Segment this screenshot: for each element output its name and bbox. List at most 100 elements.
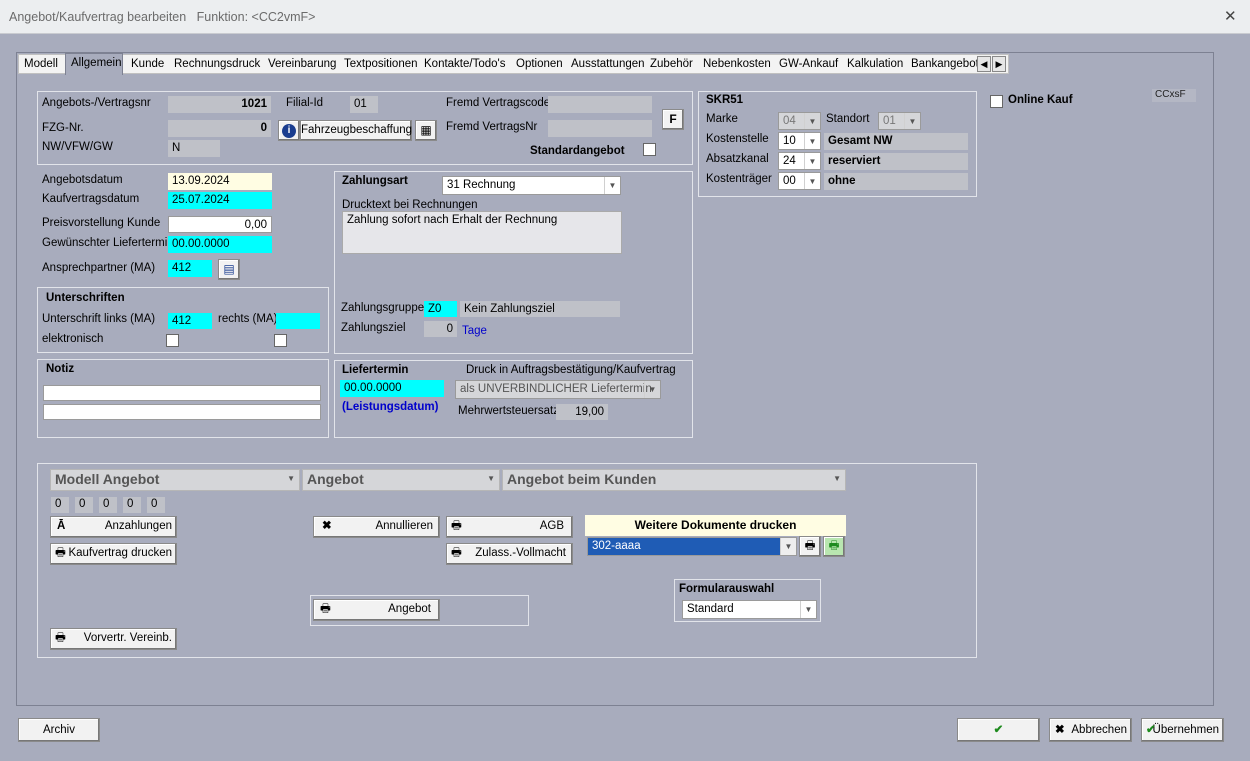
- online-kauf-checkbox[interactable]: [990, 95, 1003, 108]
- standard-checkbox[interactable]: [643, 143, 656, 156]
- weitere-select[interactable]: 302-aaaa ▼: [587, 537, 797, 556]
- ansprech-field[interactable]: 412: [168, 260, 212, 277]
- weitere-preview-button[interactable]: 🖶: [823, 536, 845, 557]
- printer-icon: 🖶: [451, 547, 462, 559]
- formular-select[interactable]: Standard ▼: [682, 600, 817, 619]
- absatz-value: 24: [783, 155, 796, 167]
- tab-allgemein[interactable]: Allgemein: [65, 53, 123, 75]
- tab-scroll-right-icon[interactable]: ▶: [992, 56, 1006, 72]
- nw-field[interactable]: N: [168, 140, 220, 157]
- tab-rechnungsdruck[interactable]: Rechnungsdruck: [174, 58, 260, 70]
- drucktext-area[interactable]: Zahlung sofort nach Erhalt der Rechnung: [342, 211, 622, 254]
- chevron-down-icon[interactable]: ▼: [800, 601, 816, 618]
- druck-liefer-value: als UNVERBINDLICHER Liefertermin: [460, 383, 652, 395]
- counter-4: 0: [123, 497, 141, 513]
- zahlungsart-select[interactable]: 31 Rechnung ▼: [442, 176, 621, 195]
- green-printer-icon: 🖶: [828, 540, 840, 552]
- chevron-down-icon[interactable]: ▼: [804, 173, 820, 189]
- absatz-label: Absatzkanal: [706, 153, 769, 165]
- angebot-print-button[interactable]: 🖶 Angebot: [313, 599, 440, 621]
- elektronisch-links-checkbox[interactable]: [166, 334, 179, 347]
- absatz-select[interactable]: 24 ▼: [778, 152, 821, 170]
- tab-scroll-left-icon[interactable]: ◀: [977, 56, 991, 72]
- tab-kunde[interactable]: Kunde: [131, 58, 164, 70]
- notiz-line-2[interactable]: [43, 404, 321, 420]
- angebot-kunde-select[interactable]: Angebot beim Kunden ▼: [502, 469, 846, 491]
- chevron-down-icon: ▼: [487, 474, 495, 483]
- modell-angebot-select[interactable]: Modell Angebot ▼: [50, 469, 300, 491]
- tab-textpositionen[interactable]: Textpositionen: [344, 58, 418, 70]
- weitere-print-button[interactable]: 🖶: [799, 536, 821, 557]
- tab-gw-ankauf[interactable]: GW-Ankauf: [779, 58, 838, 70]
- kaufvertrag-button[interactable]: 🖶 Kaufvertrag drucken: [50, 543, 177, 565]
- standort-select[interactable]: 01 ▼: [878, 112, 921, 130]
- kaufvertragsdatum-field[interactable]: 25.07.2024: [168, 192, 272, 209]
- uebernehmen-button[interactable]: ✔ Übernehmen: [1141, 718, 1224, 742]
- anzahlung-icon: Ā: [57, 520, 66, 532]
- printer-icon: 🖶: [55, 632, 66, 644]
- tab-modell[interactable]: Modell: [24, 58, 58, 70]
- liefertermin-wunsch-field[interactable]: 00.00.0000: [168, 236, 272, 253]
- tab-vereinbarung[interactable]: Vereinbarung: [268, 58, 336, 70]
- unterschrift-links-field[interactable]: 412: [168, 313, 212, 329]
- chevron-down-icon[interactable]: ▼: [604, 177, 620, 194]
- close-icon[interactable]: ✕: [1224, 7, 1237, 25]
- info-button[interactable]: i: [278, 120, 300, 141]
- chevron-down-icon[interactable]: ▼: [904, 113, 920, 129]
- zahlungsgruppe-field[interactable]: Z0: [424, 301, 457, 317]
- counter-3: 0: [99, 497, 117, 513]
- druck-liefer-select[interactable]: als UNVERBINDLICHER Liefertermin ▼: [455, 380, 661, 399]
- kaufvertragsdatum-label: Kaufvertragsdatum: [42, 193, 140, 205]
- ktr-select[interactable]: 00 ▼: [778, 172, 821, 190]
- fremd-code-field[interactable]: [548, 96, 652, 113]
- fzg-field[interactable]: 0: [168, 120, 271, 137]
- agb-button[interactable]: 🖶 AGB: [446, 516, 573, 538]
- zahlungsziel-field[interactable]: 0: [424, 321, 457, 337]
- angebot-kunde-value: Angebot beim Kunden: [507, 471, 657, 487]
- kst-select[interactable]: 10 ▼: [778, 132, 821, 150]
- anzahlungen-label: Anzahlungen: [104, 520, 172, 532]
- liefertermin-title: Liefertermin: [342, 364, 409, 376]
- f-button[interactable]: F: [662, 109, 684, 130]
- unterschriften-title: Unterschriften: [46, 292, 125, 304]
- fahrzeugbeschaffung-button[interactable]: Fahrzeugbeschaffung: [300, 120, 412, 141]
- abbrechen-button[interactable]: ✖ Abbrechen: [1049, 718, 1132, 742]
- chevron-down-icon[interactable]: ▼: [644, 381, 660, 398]
- chevron-down-icon[interactable]: ▼: [804, 113, 820, 129]
- angebotsdatum-field[interactable]: 13.09.2024: [168, 173, 272, 190]
- archiv-button[interactable]: Archiv: [18, 718, 100, 742]
- tab-optionen[interactable]: Optionen: [516, 58, 563, 70]
- chevron-down-icon: ▼: [833, 474, 841, 483]
- chevron-down-icon[interactable]: ▼: [804, 153, 820, 169]
- tab-nebenkosten[interactable]: Nebenkosten: [703, 58, 771, 70]
- angebot-select[interactable]: Angebot ▼: [302, 469, 500, 491]
- anzahlungen-button[interactable]: Ā Anzahlungen: [50, 516, 177, 538]
- chevron-down-icon[interactable]: ▼: [780, 538, 796, 555]
- vehicle-list-button[interactable]: ▦: [415, 120, 437, 141]
- preis-field[interactable]: 0,00: [168, 216, 272, 233]
- unterschrift-rechts-label: rechts (MA): [218, 313, 278, 325]
- notiz-line-1[interactable]: [43, 385, 321, 401]
- kst-text: Gesamt NW: [824, 133, 968, 150]
- tab-bankangebot[interactable]: Bankangebot: [911, 58, 979, 70]
- marke-select[interactable]: 04 ▼: [778, 112, 821, 130]
- mwst-field[interactable]: 19,00: [556, 404, 608, 420]
- annullieren-button[interactable]: ✖ Annullieren: [313, 516, 440, 538]
- chevron-down-icon[interactable]: ▼: [804, 133, 820, 149]
- tab-kontakte[interactable]: Kontakte/Todo's: [424, 58, 505, 70]
- angebots-nr-field[interactable]: 1021: [168, 96, 271, 113]
- tab-ausstattungen[interactable]: Ausstattungen: [571, 58, 645, 70]
- vorvertr-button[interactable]: 🖶 Vorvertr. Vereinb.: [50, 628, 177, 650]
- liefertermin-field[interactable]: 00.00.0000: [340, 380, 444, 397]
- filial-field[interactable]: 01: [350, 96, 378, 113]
- ccxsf-field: CCxsF: [1152, 89, 1196, 102]
- ok-button[interactable]: ✔: [957, 718, 1040, 742]
- tab-kalkulation[interactable]: Kalkulation: [847, 58, 903, 70]
- formular-title: Formularauswahl: [679, 583, 775, 595]
- elektronisch-rechts-checkbox[interactable]: [274, 334, 287, 347]
- ansprech-lookup-button[interactable]: ▤: [218, 259, 240, 280]
- tab-zubehoer[interactable]: Zubehör: [650, 58, 693, 70]
- zulass-button[interactable]: 🖶 Zulass.-Vollmacht: [446, 543, 573, 565]
- unterschrift-rechts-field[interactable]: [276, 313, 320, 329]
- fremd-nr-field[interactable]: [548, 120, 652, 137]
